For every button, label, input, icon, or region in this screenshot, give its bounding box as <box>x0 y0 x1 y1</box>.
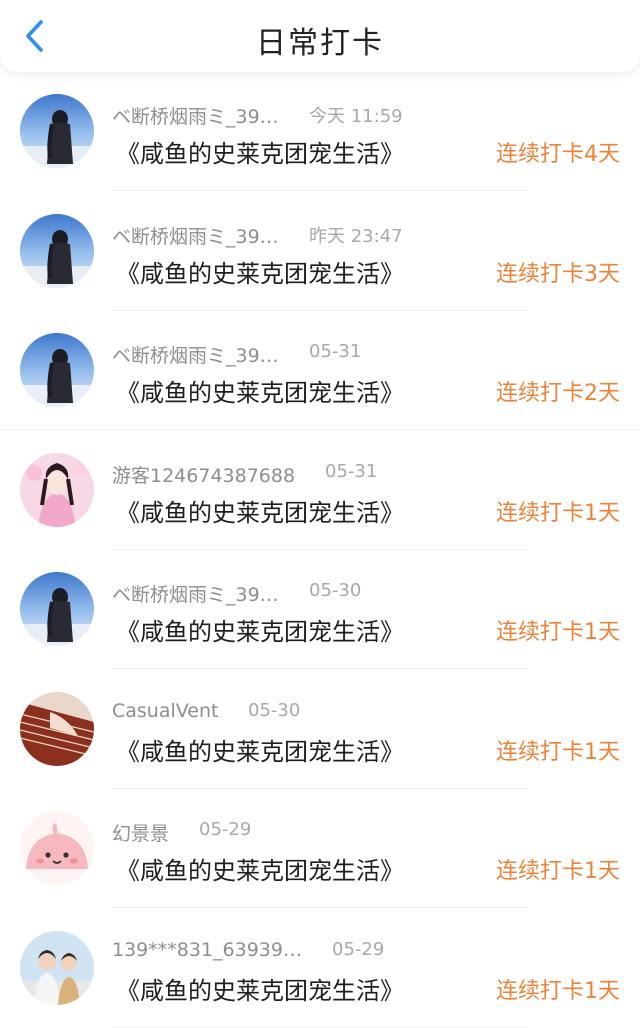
checkin-time: 05-29 <box>332 938 385 960</box>
book-title[interactable]: 《咸鱼的史莱克团宠生活》 <box>116 851 404 886</box>
page-title: 日常打卡 <box>256 26 384 61</box>
streak-label: 连续打卡2天 <box>496 381 620 406</box>
streak-label: 连续打卡1天 <box>496 978 620 1004</box>
streak-label: 连续打卡1天 <box>496 859 620 884</box>
avatar[interactable] <box>20 333 94 407</box>
streak-label: 连续打卡1天 <box>496 500 620 526</box>
checkin-time: 05-30 <box>309 580 362 601</box>
user-name[interactable]: 游客124674387688 <box>112 461 295 488</box>
checkin-row[interactable]: ベ断桥烟雨ミ_39… 今天 11:59 《咸鱼的史莱克团宠生活》 连续打卡4天 <box>0 72 640 191</box>
checkin-time: 今天 11:59 <box>309 106 403 127</box>
avatar[interactable] <box>20 94 94 168</box>
book-title[interactable]: 《咸鱼的史莱克团宠生活》 <box>116 493 404 528</box>
streak-label: 连续打卡3天 <box>496 261 620 287</box>
row-divider <box>112 1026 528 1028</box>
checkin-row[interactable]: ベ断桥烟雨ミ_39… 昨天 23:47 《咸鱼的史莱克团宠生活》 连续打卡3天 <box>0 192 640 311</box>
streak-label: 连续打卡4天 <box>496 142 620 167</box>
checkin-row[interactable]: ベ断桥烟雨ミ_39… 05-30 《咸鱼的史莱克团宠生活》 连续打卡1天 <box>0 550 640 669</box>
streak-label: 连续打卡1天 <box>496 620 620 645</box>
avatar[interactable] <box>20 691 94 766</box>
book-title[interactable]: 《咸鱼的史莱克团宠生活》 <box>116 134 404 169</box>
book-title[interactable]: 《咸鱼的史莱克团宠生活》 <box>116 612 404 647</box>
checkin-row[interactable]: CasualVent 05-30 《咸鱼的史莱克团宠生活》 连续打卡1天 <box>0 670 640 789</box>
checkin-time: 05-31 <box>309 341 362 362</box>
user-name[interactable]: ベ断桥烟雨ミ_39… <box>112 580 279 607</box>
avatar[interactable] <box>20 452 94 527</box>
book-title[interactable]: 《咸鱼的史莱克团宠生活》 <box>116 373 404 408</box>
book-title[interactable]: 《咸鱼的史莱克团宠生活》 <box>116 971 404 1006</box>
streak-label: 连续打卡1天 <box>496 739 620 765</box>
user-name[interactable]: 139***831_63939… <box>112 939 302 961</box>
avatar[interactable] <box>20 930 94 1005</box>
user-name[interactable]: CasualVent <box>112 700 218 722</box>
avatar[interactable] <box>20 572 94 646</box>
checkin-time: 昨天 23:47 <box>309 225 403 247</box>
user-name[interactable]: 幻景景 <box>112 819 169 846</box>
book-title[interactable]: 《咸鱼的史莱克团宠生活》 <box>116 254 404 289</box>
top-bar: 日常打卡 <box>0 0 640 72</box>
book-title[interactable]: 《咸鱼的史莱克团宠生活》 <box>116 732 404 767</box>
checkin-time: 05-29 <box>199 819 252 840</box>
avatar[interactable] <box>20 811 94 885</box>
checkin-row[interactable]: 游客124674387688 05-31 《咸鱼的史莱克团宠生活》 连续打卡1天 <box>0 431 640 550</box>
checkin-row[interactable]: 139***831_63939… 05-29 《咸鱼的史莱克团宠生活》 连续打卡1天 <box>0 909 640 1028</box>
checkin-row[interactable]: 幻景景 05-29 《咸鱼的史莱克团宠生活》 连续打卡1天 <box>0 789 640 908</box>
user-name[interactable]: ベ断桥烟雨ミ_39… <box>112 222 279 249</box>
checkin-row[interactable]: ベ断桥烟雨ミ_39… 05-31 《咸鱼的史莱克团宠生活》 连续打卡2天 <box>0 311 640 430</box>
avatar[interactable] <box>20 213 94 288</box>
user-name[interactable]: ベ断桥烟雨ミ_39… <box>112 102 279 129</box>
checkin-time: 05-31 <box>325 460 378 482</box>
user-name[interactable]: ベ断桥烟雨ミ_39… <box>112 341 279 368</box>
checkin-time: 05-30 <box>248 699 301 721</box>
